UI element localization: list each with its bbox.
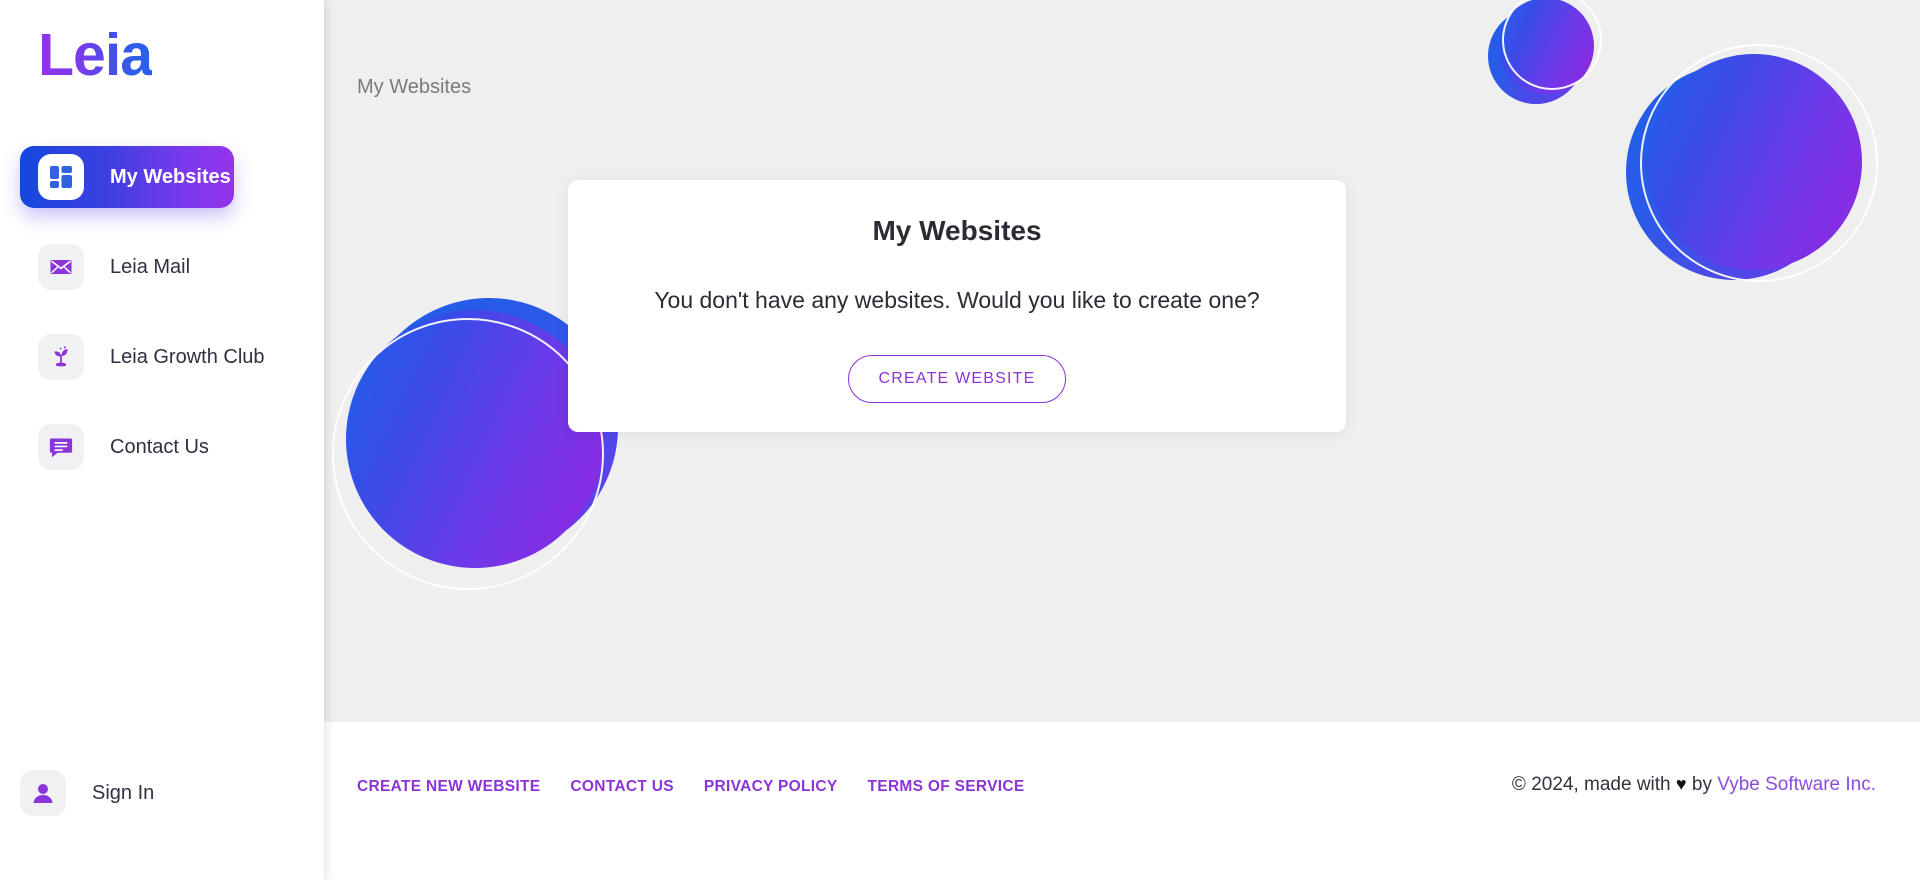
chat-bubble-icon bbox=[38, 424, 84, 470]
footer-link-privacy-policy[interactable]: PRIVACY POLICY bbox=[704, 778, 838, 796]
sidebar-nav: My Websites Leia Mail Leia Growth Club C… bbox=[0, 146, 324, 506]
sidebar-item-leia-mail[interactable]: Leia Mail bbox=[20, 236, 294, 298]
dashboard-grid-icon bbox=[38, 154, 84, 200]
envelope-icon bbox=[38, 244, 84, 290]
sign-in-label: Sign In bbox=[92, 781, 155, 804]
sidebar-item-my-websites[interactable]: My Websites bbox=[20, 146, 234, 208]
decorative-ring bbox=[1502, 0, 1602, 90]
breadcrumb: My Websites bbox=[357, 76, 472, 98]
decorative-ring bbox=[1640, 44, 1878, 282]
copyright-prefix: © 2024, made with bbox=[1511, 774, 1671, 795]
card-title: My Websites bbox=[872, 215, 1042, 246]
footer: CREATE NEW WEBSITE CONTACT US PRIVACY PO… bbox=[324, 722, 1920, 880]
decorative-circle bbox=[1646, 54, 1862, 270]
brand-logo[interactable]: Leia bbox=[38, 26, 153, 85]
card-empty-message: You don't have any websites. Would you l… bbox=[654, 287, 1260, 313]
content-area: My Websites My Websites You don't have a… bbox=[324, 0, 1920, 722]
copyright-by: by bbox=[1691, 774, 1712, 795]
main-region: My Websites My Websites You don't have a… bbox=[324, 0, 1920, 880]
my-websites-card: My Websites You don't have any websites.… bbox=[568, 180, 1346, 432]
create-website-button[interactable]: CREATE WEBSITE bbox=[847, 355, 1067, 403]
footer-link-contact-us[interactable]: CONTACT US bbox=[570, 778, 673, 796]
decorative-circle bbox=[1488, 8, 1584, 104]
sidebar-item-leia-growth-club[interactable]: Leia Growth Club bbox=[20, 326, 294, 388]
footer-links: CREATE NEW WEBSITE CONTACT US PRIVACY PO… bbox=[357, 778, 1025, 796]
company-link[interactable]: Vybe Software Inc. bbox=[1717, 774, 1876, 795]
decorative-circles-top-right bbox=[1488, 0, 1918, 386]
copyright: © 2024, made with ♥ by Vybe Software Inc… bbox=[1512, 774, 1876, 796]
sidebar-item-label: Contact Us bbox=[110, 435, 209, 458]
footer-link-create-new-website[interactable]: CREATE NEW WEBSITE bbox=[357, 778, 540, 796]
heart-icon: ♥ bbox=[1675, 774, 1687, 794]
decorative-circle bbox=[1626, 64, 1842, 280]
sidebar-item-label: Leia Growth Club bbox=[110, 345, 265, 368]
sign-in-button[interactable]: Sign In bbox=[20, 770, 154, 816]
decorative-circle bbox=[1498, 0, 1594, 94]
app-root: Leia My Websites Leia Mail Leia Growth C… bbox=[0, 0, 1920, 880]
decorative-circle bbox=[346, 310, 604, 568]
plant-sprout-icon bbox=[38, 334, 84, 380]
user-avatar-icon bbox=[20, 770, 66, 816]
sidebar: Leia My Websites Leia Mail Leia Growth C… bbox=[0, 0, 324, 880]
sidebar-item-contact-us[interactable]: Contact Us bbox=[20, 416, 294, 478]
sidebar-item-label: My Websites bbox=[110, 165, 231, 188]
footer-link-terms-of-service[interactable]: TERMS OF SERVICE bbox=[868, 778, 1025, 796]
decorative-ring bbox=[332, 318, 604, 590]
sidebar-item-label: Leia Mail bbox=[110, 255, 191, 278]
